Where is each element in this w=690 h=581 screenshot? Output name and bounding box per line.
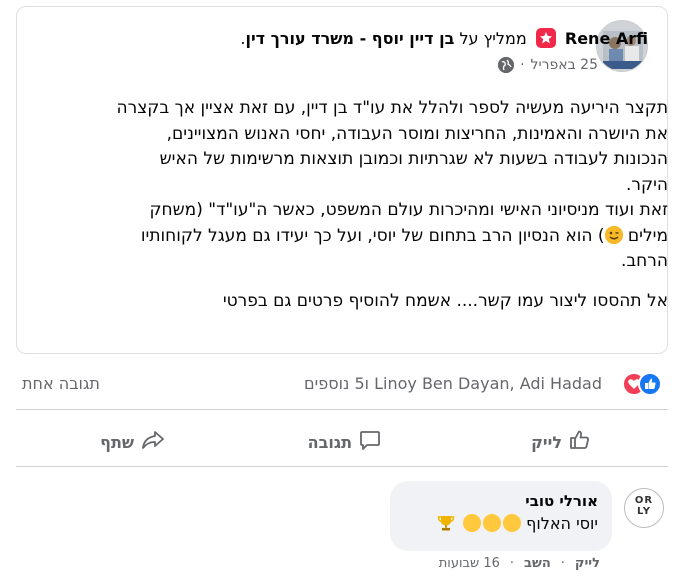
like-label: לייק — [531, 432, 562, 452]
share-icon — [140, 428, 166, 456]
post-line-part: ) הוא הנסיון הרב בתחום של יוסי, ועל כך י… — [140, 225, 605, 246]
comment-button[interactable]: תגובה — [308, 426, 382, 458]
post-text: תקצר היריעה מעשיה לספר ולהלל את עו"ד בן … — [38, 96, 668, 314]
globe-icon — [498, 57, 515, 73]
post-header: Rene Arfi ממליץ על בן דיין יוסף - משרד ע… — [240, 28, 648, 50]
commenter-avatar[interactable]: OR LY — [624, 488, 664, 528]
trophy-icon — [436, 513, 456, 541]
avatar-logo-text: OR — [634, 495, 654, 506]
wink-emoji-icon — [604, 225, 623, 244]
avatar-logo-text: LY — [636, 506, 652, 517]
divider — [16, 409, 668, 410]
comment-actions: לייק · השב · 16 שבועות — [439, 556, 600, 571]
divider — [16, 466, 668, 467]
post-line: אל תהססו ליצור עמו קשר.... אשמח להוסיף פ… — [222, 290, 668, 311]
clapping-hands-icon — [463, 514, 482, 532]
like-button[interactable]: לייק — [531, 426, 592, 458]
reactors-text[interactable]: Linoy Ben Dayan, Adi Hadad ו5 נוספים — [304, 374, 602, 393]
recommended-page-link[interactable]: בן דיין יוסף - משרד עורך דין — [245, 29, 454, 48]
like-reaction-icon — [638, 372, 662, 396]
comment-text: יוסי האלוף — [404, 511, 598, 541]
comment-reply-link[interactable]: השב — [524, 556, 551, 571]
comment-label: תגובה — [307, 432, 352, 452]
comment-time[interactable]: 16 שבועות — [439, 556, 500, 571]
post-line: זאת ועוד מניסיוני האישי ומהיכרות עולם המ… — [149, 200, 668, 220]
like-icon — [568, 428, 592, 456]
clapping-hands-icon — [503, 514, 522, 532]
post-line: את היושרה והאמינות, החריצות ומוסר העבודה… — [166, 123, 668, 144]
comment-actions-separator: · — [509, 556, 515, 571]
post-line: מילים ) הוא הנסיון הרב בתחום של יוסי, וע… — [38, 224, 668, 250]
recommend-icon — [535, 28, 556, 48]
post-line: הנכונות לעבודה בשעות לא שגרתיות וכמובן ת… — [159, 149, 668, 169]
post-date[interactable]: 25 באפריל — [531, 57, 598, 73]
clapping-hands-icon — [483, 514, 502, 532]
reaction-icons[interactable] — [622, 372, 662, 396]
comment-like-link[interactable]: לייק — [575, 556, 600, 571]
reactions-summary: Linoy Ben Dayan, Adi Hadad ו5 נוספים תגו… — [0, 370, 690, 400]
comment-count[interactable]: תגובה אחת — [22, 374, 100, 393]
post-meta: 25 באפריל · — [498, 57, 598, 73]
comment-actions-separator: · — [560, 556, 565, 571]
comment-text-value: יוסי האלוף — [526, 514, 598, 533]
share-button[interactable]: שתף — [100, 426, 166, 458]
comment-author[interactable]: אורלי טובי — [404, 491, 598, 511]
post-line: הרחב. — [620, 251, 668, 271]
recommends-text: ממליץ על — [459, 29, 527, 48]
meta-separator: · — [520, 57, 525, 73]
author-name[interactable]: Rene Arfi — [565, 29, 648, 48]
comment-bubble: אורלי טובי יוסי האלוף — [390, 481, 612, 551]
post-line-part: מילים — [627, 225, 668, 246]
post-line: היקר. — [626, 174, 668, 195]
post-line: תקצר היריעה מעשיה לספר ולהלל את עו"ד בן … — [116, 98, 668, 118]
comment-icon — [358, 428, 382, 456]
share-label: שתף — [100, 432, 134, 452]
